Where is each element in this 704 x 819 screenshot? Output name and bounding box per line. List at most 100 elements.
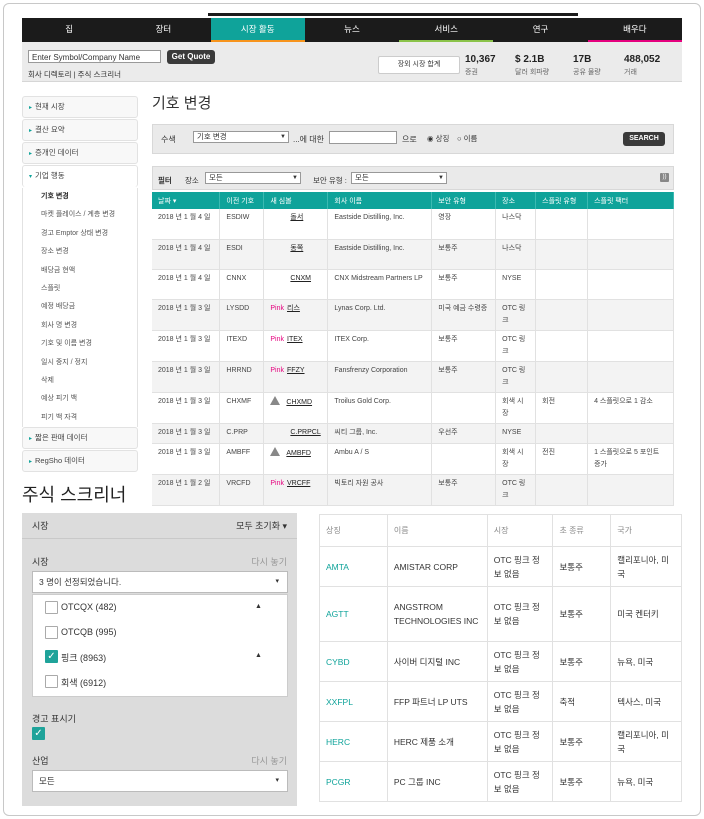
sidebar-subitem[interactable]: 배당금 현액 [23,262,137,280]
cell-symbol[interactable]: AMTA [319,546,388,587]
chevron-right-icon: ▸ [29,105,33,111]
nav-item[interactable]: 장터 [116,18,211,42]
column-header[interactable]: 회사 이름 [327,192,433,209]
search-type-select[interactable]: 기호 변경 [193,131,289,143]
column-header[interactable]: 장소 [495,192,537,209]
new-symbol-link[interactable]: C.PRPCL [290,429,320,436]
sidebar-section[interactable]: ▸ 결산 요약 [22,119,138,141]
column-header[interactable]: 이름 [386,514,488,547]
market-option-checkbox[interactable] [45,601,58,614]
security-type-select[interactable]: 모든 [351,172,447,184]
new-symbol-link[interactable]: AMBFD [286,450,311,457]
caution-checkbox[interactable]: ✓ [32,727,45,740]
new-symbol-link[interactable]: VRCFF [287,480,310,487]
sidebar-subitem[interactable]: 삭제 [23,372,137,390]
market-option-checkbox[interactable]: ✓ [45,650,58,663]
new-symbol-link[interactable]: ITEX [287,336,303,343]
sidebar-subitem[interactable]: 장소 변경 [23,243,137,261]
sidebar-subitem[interactable]: 피기 백 자격 [23,409,137,427]
cell-new-symbol: Pink 리스 [263,299,329,331]
new-symbol-link[interactable]: 동쪽 [290,245,303,252]
reset-all-button[interactable]: 모두 초기화 ▾ [236,513,287,539]
new-symbol-link[interactable]: FFZY [287,367,305,374]
cell-security-type [431,392,497,424]
table-row: 2018 년 1 월 4 일 CNNX CNXM CNX Midstream Part… [152,269,674,300]
sidebar-section[interactable]: ▸ 증개인 데이터 [22,142,138,164]
industry-reset-link[interactable]: 다시 놓기 [251,754,287,767]
cell-date: 2018 년 1 월 3 일 [152,392,221,424]
column-header[interactable]: 새 심볼 [263,192,329,209]
search-text-input[interactable] [329,131,397,144]
column-header[interactable]: 스플릿 유형 [535,192,589,209]
column-header[interactable]: 시장 [486,514,554,547]
sidebar-section-open[interactable]: ▾ 기업 행동 [22,165,138,187]
venue-select[interactable]: 모든 [205,172,301,184]
column-header[interactable]: 상징 [319,514,388,547]
sidebar-subitem[interactable]: 기호 변경 [23,188,137,206]
new-symbol-link[interactable]: 돌서 [290,214,303,221]
industry-dropdown[interactable]: 모든 ▾ [32,770,288,792]
cell-symbol[interactable]: CYBD [319,641,388,682]
cell-split-factor [587,474,674,506]
cell-symbol[interactable]: PCGR [319,761,388,802]
sidebar-subitem[interactable]: 일시 중지 / 정지 [23,354,137,372]
sidebar-subitem[interactable]: 회사 명 변경 [23,317,137,335]
column-header[interactable]: 보안 유형 [431,192,497,209]
nav-item[interactable]: 집 [22,18,117,42]
cell-type: 보통주 [552,721,612,762]
symbol-search-input[interactable]: Enter Symbol/Company Name [28,50,161,63]
cell-date: 2018 년 1 월 3 일 [152,423,221,444]
nav-item[interactable]: 서비스 [399,18,494,42]
sidebar-submenu: 기호 변경 마켓 플레이스 / 계층 변경 경고 Emptor 상태 변경 장소 변경… [22,188,138,428]
nav-item[interactable]: 시장 활동 [210,18,305,42]
radio-symbol[interactable]: ◉ 상징 [427,133,449,144]
nav-item[interactable]: 배우다 [587,18,682,42]
sidebar-section[interactable]: ▸ 현재 시장 [22,96,138,118]
cell-symbol[interactable]: HERC [319,721,388,762]
column-header[interactable]: 국가 [610,514,682,547]
sidebar-subitem[interactable]: 경고 Emptor 상태 변경 [23,225,137,243]
cell-date: 2018 년 1 월 4 일 [152,239,221,270]
cell-country: 뉴욕, 미국 [610,641,682,682]
get-quote-button[interactable]: Get Quote [167,50,215,64]
collapse-arrow-icon[interactable]: ▲ [255,652,262,659]
grey-market-warning-icon [270,446,281,456]
cell-new-symbol: CHXMD [263,392,329,424]
sidebar-subitem[interactable]: 마켓 플레이스 / 계층 변경 [23,206,137,224]
sidebar-subitem[interactable]: 스플릿 [23,280,137,298]
cell-split-type: 전진 [535,443,589,475]
cell-date: 2018 년 1 월 4 일 [152,269,221,300]
cell-venue: 나스닥 [495,209,537,240]
market-dropdown[interactable]: 3 명이 선정되었습니다. ▾ [32,571,288,593]
cell-split-type: 회전 [535,392,589,424]
market-option-checkbox[interactable] [45,674,58,688]
cell-venue: 회색 시장 [495,443,537,475]
sidebar-subitem[interactable]: 예정 배당금 [23,298,137,316]
new-symbol-link[interactable]: CHXMD [286,399,312,406]
cell-old-symbol: CHXMF [219,392,265,424]
sidebar-section[interactable]: ▸ RegSho 데이터 [22,450,138,473]
cell-symbol[interactable]: AGTT [319,586,388,642]
sidebar-section[interactable]: ▸ 짧은 판매 데이터 [22,427,138,450]
cell-symbol[interactable]: XXFPL [319,681,388,722]
directory-links[interactable]: 회사 디렉토리 | 주식 스크리너 [28,69,121,80]
collapse-arrow-icon[interactable]: ▲ [255,603,262,610]
cell-date: 2018 년 1 월 3 일 [152,361,221,393]
sidebar-subitem[interactable]: 기호 및 이름 변경 [23,335,137,353]
nav-item[interactable]: 연구 [493,18,588,42]
column-header[interactable]: 날짜 ▾ [152,192,221,209]
cell-company: Fansfrenzy Corporation [327,361,433,393]
rss-icon[interactable]: )) [660,173,669,182]
column-header[interactable]: 스플릿 팩터 [587,192,674,209]
column-header[interactable]: 이전 기호 [219,192,265,209]
new-symbol-link[interactable]: CNXM [290,275,311,282]
market-option-checkbox[interactable] [45,625,58,639]
sidebar-subitem[interactable]: 예상 피기 백 [23,390,137,408]
market-reset-link[interactable]: 다시 놓기 [251,555,287,568]
new-symbol-link[interactable]: 리스 [287,305,300,312]
nav-item[interactable]: 뉴스 [304,18,400,42]
radio-name[interactable]: ○ 이름 [457,133,477,144]
column-header[interactable]: 초 종류 [552,514,612,547]
cell-venue: OTC 링크 [495,299,537,331]
search-button[interactable]: SEARCH [623,132,665,146]
